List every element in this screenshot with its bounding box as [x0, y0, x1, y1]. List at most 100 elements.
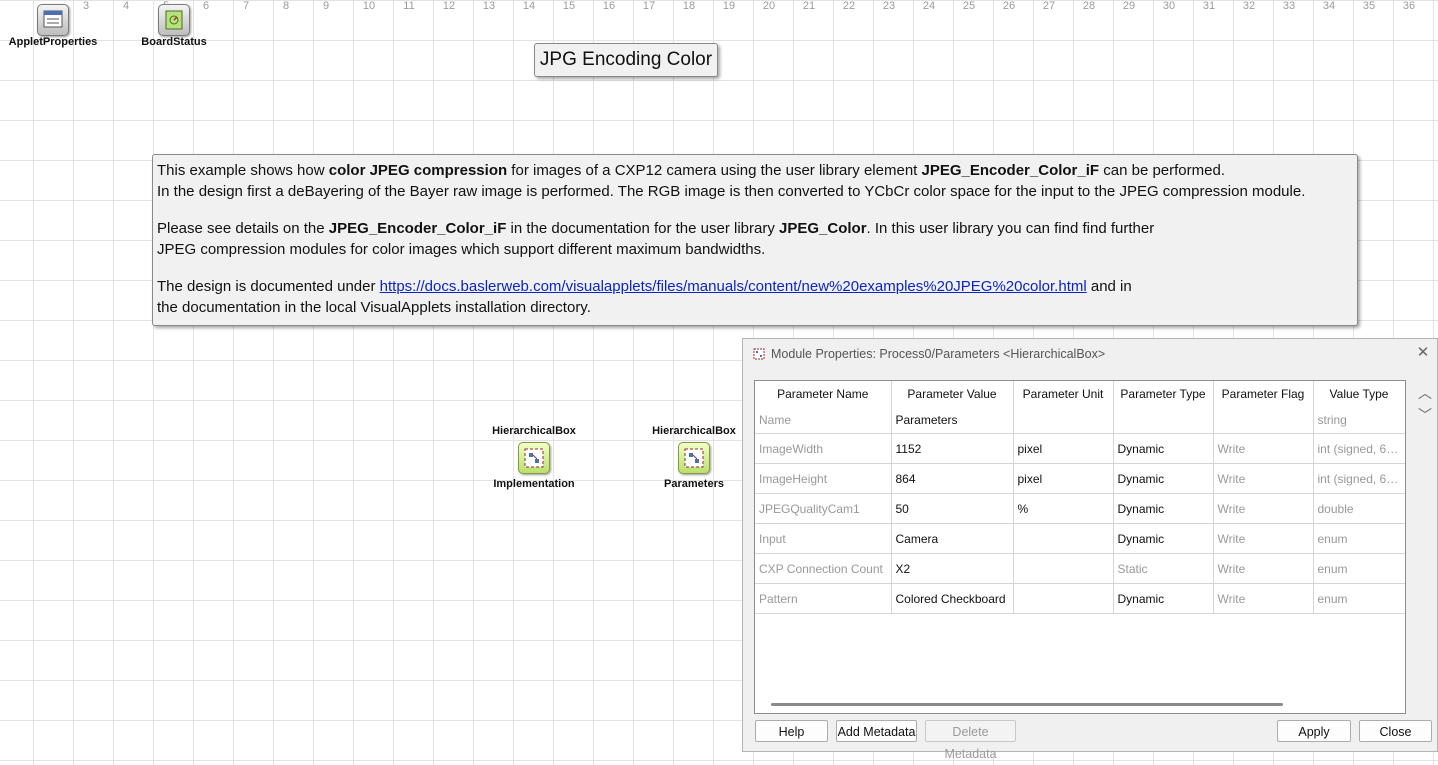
param-value[interactable]: Colored Checkboard: [891, 583, 1014, 614]
param-name: Pattern: [755, 583, 892, 614]
ruler-label: 7: [242, 0, 250, 12]
column-header[interactable]: Parameter Type: [1113, 381, 1214, 407]
column-header[interactable]: Parameter Unit: [1013, 381, 1114, 407]
param-name: Name: [755, 407, 892, 434]
param-unit: pixel: [1013, 433, 1114, 464]
param-name: ImageHeight: [755, 463, 892, 494]
ruler-label: 27: [1042, 0, 1056, 12]
param-flag: Write: [1213, 583, 1314, 614]
param-name: Input: [755, 523, 892, 554]
param-unit: [1013, 553, 1114, 584]
note-line: the documentation in the local VisualApp…: [157, 299, 591, 316]
param-name: CXP Connection Count: [755, 553, 892, 584]
dialog-title: Module Properties: Process0/Parameters <…: [771, 347, 1106, 361]
design-title-comment[interactable]: JPG Encoding Color: [534, 43, 718, 77]
note-line: Please see details on the JPEG_Encoder_C…: [157, 220, 1155, 237]
delete-metadata-button[interactable]: Delete Metadata: [925, 720, 1016, 761]
ruler-label: 31: [1202, 0, 1216, 12]
table-row[interactable]: CXP Connection Count X2 Static Write enu…: [755, 553, 1405, 584]
ruler-label: 30: [1162, 0, 1176, 12]
note-line: This example shows how color JPEG compre…: [157, 162, 1225, 179]
ruler-label: 18: [682, 0, 696, 12]
ruler-label: 10: [362, 0, 376, 12]
parameter-table: Parameter Name Parameter Value Parameter…: [754, 380, 1406, 714]
param-value[interactable]: Parameters: [891, 407, 1014, 434]
hierarchical-box-parameters[interactable]: HierarchicalBox Parameters: [634, 425, 754, 490]
param-value-type: int (signed, 64 ...: [1313, 433, 1405, 464]
param-unit: [1013, 583, 1114, 614]
param-type: [1113, 407, 1214, 434]
param-type: Dynamic: [1113, 433, 1214, 464]
ruler-label: 23: [882, 0, 896, 12]
column-header[interactable]: Value Type: [1313, 381, 1405, 407]
param-value[interactable]: 1152: [891, 433, 1014, 464]
param-value-type: enum: [1313, 583, 1405, 614]
hierarchical-box-implementation[interactable]: HierarchicalBox Implementation: [474, 425, 594, 490]
param-unit: pixel: [1013, 463, 1114, 494]
move-down-icon[interactable]: ﹀: [1415, 405, 1435, 425]
param-flag: Write: [1213, 463, 1314, 494]
table-row[interactable]: Name Parameters string: [755, 407, 1405, 434]
ruler-label: 14: [522, 0, 536, 12]
column-header[interactable]: Parameter Value: [891, 381, 1014, 407]
module-label: Parameters: [664, 478, 724, 490]
param-type: Static: [1113, 553, 1214, 584]
param-unit: [1013, 407, 1114, 434]
ruler-label: 22: [842, 0, 856, 12]
applet-properties-icon: [37, 4, 69, 36]
ruler-label: 33: [1282, 0, 1296, 12]
board-status-icon: [158, 4, 190, 36]
table-row[interactable]: Input Camera Dynamic Write enum: [755, 523, 1405, 554]
applet-properties-module[interactable]: AppletProperties: [0, 4, 113, 48]
module-label: Implementation: [493, 478, 575, 490]
ruler-label: 20: [762, 0, 776, 12]
param-value[interactable]: 50: [891, 493, 1014, 524]
ruler-label: 29: [1122, 0, 1136, 12]
param-flag: Write: [1213, 523, 1314, 554]
description-comment[interactable]: This example shows how color JPEG compre…: [152, 154, 1358, 326]
ruler-label: 24: [922, 0, 936, 12]
apply-button[interactable]: Apply: [1277, 720, 1351, 742]
table-row[interactable]: ImageWidth 1152 pixel Dynamic Write int …: [755, 433, 1405, 464]
ruler-label: 9: [322, 0, 330, 12]
column-header[interactable]: Parameter Name: [755, 381, 892, 407]
ruler-label: 32: [1242, 0, 1256, 12]
param-flag: Write: [1213, 493, 1314, 524]
ruler-label: 36: [1402, 0, 1416, 12]
param-value-type: enum: [1313, 523, 1405, 554]
column-header[interactable]: Parameter Flag: [1213, 381, 1314, 407]
help-button[interactable]: Help: [755, 720, 828, 742]
hierarchical-box-icon: [753, 347, 765, 360]
module-label: BoardStatus: [141, 36, 207, 48]
ruler-label: 34: [1322, 0, 1336, 12]
ruler-label: 25: [962, 0, 976, 12]
param-flag: Write: [1213, 553, 1314, 584]
table-row[interactable]: Pattern Colored Checkboard Dynamic Write…: [755, 583, 1405, 614]
param-type: Dynamic: [1113, 493, 1214, 524]
param-type: Dynamic: [1113, 463, 1214, 494]
move-up-icon[interactable]: ︿: [1415, 383, 1435, 403]
param-value[interactable]: 864: [891, 463, 1014, 494]
ruler-label: 11: [403, 0, 415, 12]
ruler-label: 15: [562, 0, 576, 12]
close-icon[interactable]: ✕: [1413, 343, 1433, 363]
note-line: JPEG compression modules for color image…: [157, 241, 766, 258]
table-header-row: Parameter Name Parameter Value Parameter…: [755, 381, 1405, 407]
note-line: In the design first a deBayering of the …: [157, 183, 1306, 200]
param-value[interactable]: X2: [891, 553, 1014, 584]
documentation-link[interactable]: https://docs.baslerweb.com/visualapplets…: [380, 278, 1087, 295]
close-button[interactable]: Close: [1359, 720, 1432, 742]
param-flag: Write: [1213, 433, 1314, 464]
horizontal-scrollbar[interactable]: [771, 703, 1283, 706]
table-row[interactable]: ImageHeight 864 pixel Dynamic Write int …: [755, 463, 1405, 494]
param-value[interactable]: Camera: [891, 523, 1014, 554]
add-metadata-button[interactable]: Add Metadata: [836, 720, 917, 742]
module-properties-dialog: Module Properties: Process0/Parameters <…: [742, 338, 1438, 761]
param-value-type: double: [1313, 493, 1405, 524]
ruler-label: 35: [1362, 0, 1376, 12]
param-unit: %: [1013, 493, 1114, 524]
table-row[interactable]: JPEGQualityCam1 50 % Dynamic Write doubl…: [755, 493, 1405, 524]
ruler-label: 12: [442, 0, 456, 12]
ruler-label: 28: [1082, 0, 1096, 12]
board-status-module[interactable]: BoardStatus: [114, 4, 234, 48]
